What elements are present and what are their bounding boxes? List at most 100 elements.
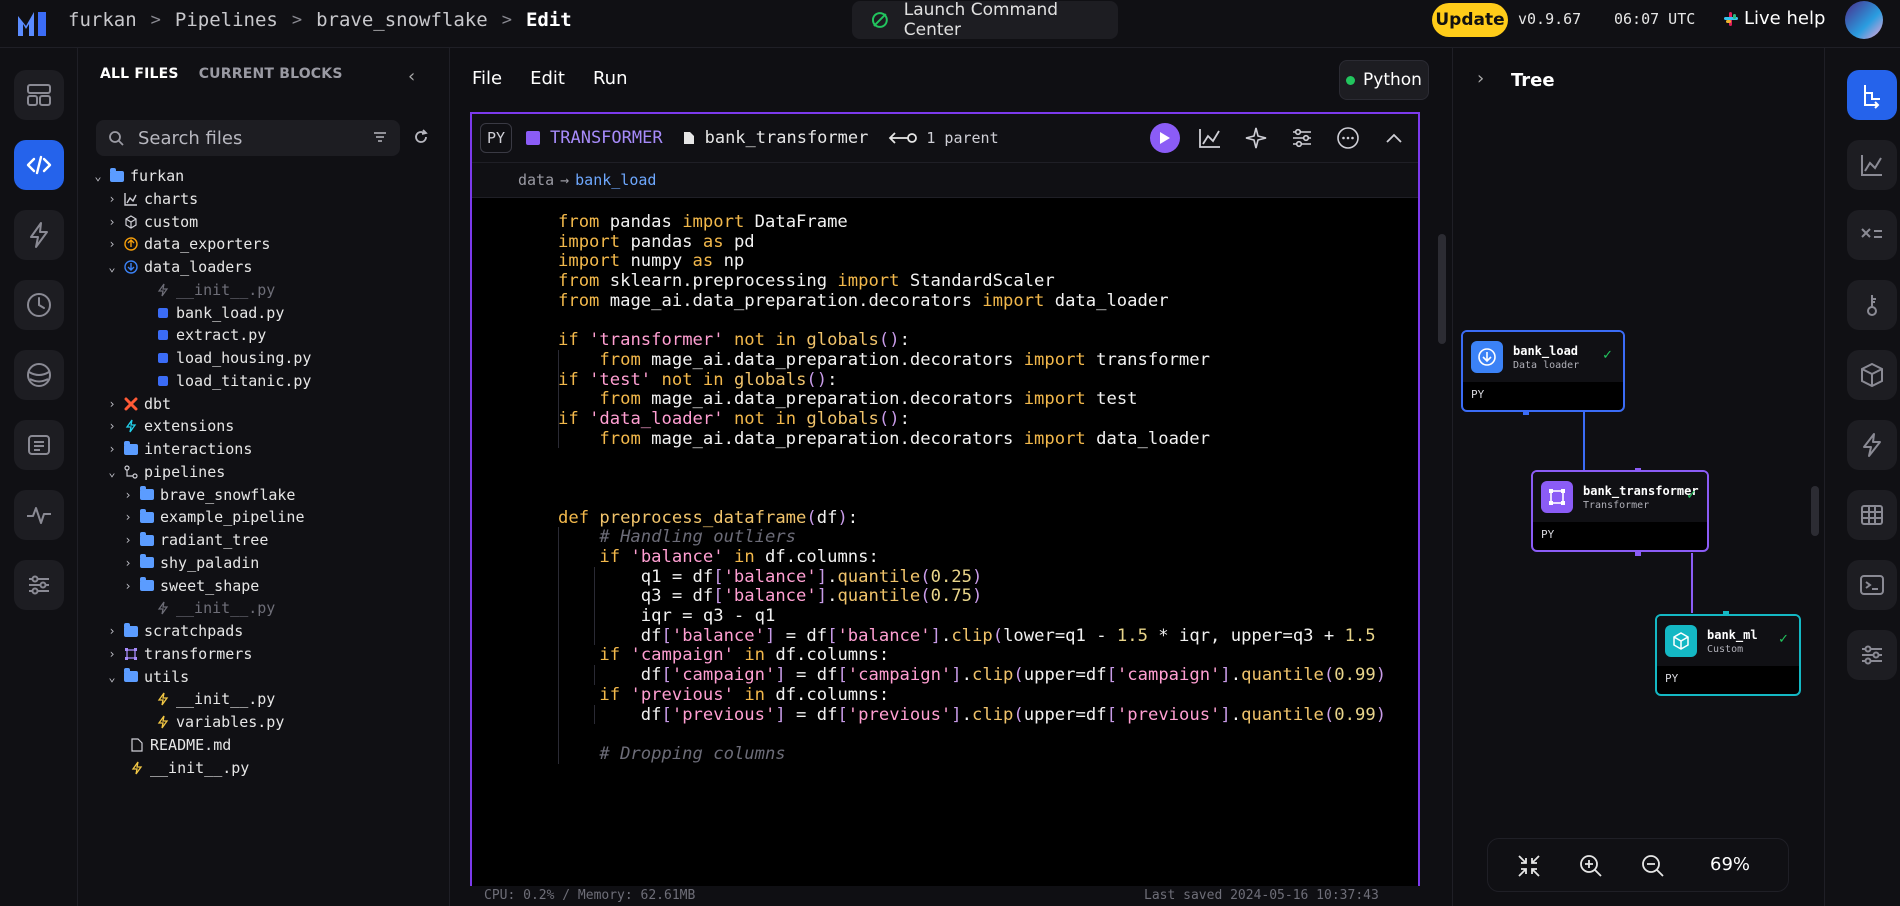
chevron-right-icon[interactable]: › (122, 488, 134, 502)
more-options-button[interactable] (1332, 122, 1364, 154)
file-tree-item[interactable]: ⌄ utils (106, 665, 189, 689)
tree-scrollbar[interactable] (1811, 486, 1819, 536)
file-tree-item[interactable]: › scratchpads (106, 619, 243, 643)
terminal-view-button[interactable] (1847, 560, 1897, 610)
mage-logo-icon[interactable] (16, 8, 50, 38)
table-view-button[interactable] (1847, 490, 1897, 540)
menu-run[interactable]: Run (593, 68, 628, 89)
file-tree-item[interactable]: › data_exporters (106, 232, 270, 256)
triggers-view-button[interactable] (1847, 420, 1897, 470)
chevron-right-icon[interactable]: › (106, 397, 118, 411)
charts-view-button[interactable] (1847, 140, 1897, 190)
file-tree-item[interactable]: › extensions (106, 414, 234, 438)
breadcrumb-workspace[interactable]: furkan (68, 9, 137, 31)
zoom-in-button[interactable] (1578, 853, 1604, 879)
tree-view-button[interactable] (1847, 70, 1897, 120)
block-language-tag[interactable]: PY (480, 123, 512, 153)
update-button[interactable]: Update (1432, 3, 1508, 37)
chevron-right-icon[interactable]: › (106, 215, 118, 229)
tree-node-bank-transformer[interactable]: bank_transformer Transformer ✓ PY (1531, 470, 1709, 552)
file-tree-item[interactable]: load_titanic.py (156, 369, 311, 393)
chevron-down-icon[interactable]: ⌄ (106, 465, 118, 479)
file-browser-panel: ALL FILES CURRENT BLOCKS ‹ Search files … (78, 48, 450, 906)
search-files-input[interactable]: Search files (96, 120, 400, 156)
secrets-view-button[interactable] (1847, 280, 1897, 330)
ai-generate-button[interactable] (1240, 122, 1272, 154)
live-help-button[interactable]: Live help (1724, 8, 1825, 29)
variables-view-button[interactable] (1847, 210, 1897, 260)
file-tree-item[interactable]: __init__.py (130, 756, 249, 780)
file-tree-item[interactable]: › brave_snowflake (122, 483, 295, 507)
fit-view-button[interactable] (1516, 853, 1542, 879)
settings-view-button[interactable] (1847, 630, 1897, 680)
monitor-nav-button[interactable] (14, 490, 64, 540)
file-tree-item[interactable]: › custom (106, 210, 198, 234)
file-tree-item[interactable]: ⌄ pipelines (106, 460, 225, 484)
zoom-out-button[interactable] (1640, 853, 1666, 879)
chevron-right-icon[interactable]: › (106, 442, 118, 456)
menu-edit[interactable]: Edit (530, 68, 565, 89)
file-tree-item[interactable]: __init__.py (156, 278, 275, 302)
blocks-view-button[interactable] (1847, 350, 1897, 400)
tab-current-blocks[interactable]: CURRENT BLOCKS (199, 66, 343, 82)
chevron-right-icon[interactable]: › (122, 510, 134, 524)
tree-node-bank-load[interactable]: bank_load Data loader ✓ PY (1461, 330, 1625, 412)
collapse-block-button[interactable] (1378, 122, 1410, 154)
file-tree-item[interactable]: › transformers (106, 642, 252, 666)
file-tree-item[interactable]: ⌄ furkan (92, 164, 184, 188)
chevron-right-icon[interactable]: › (122, 533, 134, 547)
chevron-right-icon[interactable]: › (1477, 68, 1484, 89)
file-tree-item[interactable]: › sweet_shape (122, 574, 259, 598)
file-tree-item[interactable]: README.md (130, 733, 231, 757)
file-tree-item[interactable]: __init__.py (156, 596, 275, 620)
block-file-name[interactable]: bank_transformer (683, 128, 868, 148)
file-tree-item[interactable]: › radiant_tree (122, 528, 268, 552)
runs-nav-button[interactable] (14, 280, 64, 330)
chevron-right-icon[interactable]: › (106, 647, 118, 661)
backfills-nav-button[interactable] (14, 350, 64, 400)
file-tree-item[interactable]: variables.py (156, 710, 284, 734)
chevron-right-icon[interactable]: › (106, 624, 118, 638)
chevron-right-icon[interactable]: › (106, 237, 118, 251)
avatar[interactable] (1845, 1, 1883, 39)
upstream-link[interactable]: bank_load (575, 171, 656, 189)
file-tree-item[interactable]: bank_load.py (156, 301, 284, 325)
code-editor[interactable]: from pandas import DataFrame import panda… (472, 198, 1418, 906)
editor-scrollbar[interactable] (1438, 234, 1446, 344)
chevron-down-icon[interactable]: ⌄ (106, 260, 118, 274)
chart-block-button[interactable] (1194, 122, 1226, 154)
logs-nav-button[interactable] (14, 420, 64, 470)
chevron-right-icon[interactable]: › (106, 419, 118, 433)
chevron-down-icon[interactable]: ⌄ (106, 670, 118, 684)
file-tree-item[interactable]: › example_pipeline (122, 505, 304, 529)
tab-all-files[interactable]: ALL FILES (100, 66, 179, 82)
launch-command-center-button[interactable]: Launch Command Center (852, 0, 1118, 40)
kernel-language-button[interactable]: Python (1339, 60, 1429, 100)
file-tree-item[interactable]: extract.py (156, 323, 266, 347)
run-block-button[interactable] (1150, 123, 1180, 153)
file-tree-item[interactable]: ⌄ data_loaders (106, 255, 252, 279)
menu-file[interactable]: File (472, 68, 502, 89)
chevron-down-icon[interactable]: ⌄ (92, 169, 104, 183)
file-tree-item[interactable]: › charts (106, 187, 198, 211)
refresh-icon[interactable] (412, 128, 430, 146)
triggers-nav-button[interactable] (14, 210, 64, 260)
filter-icon[interactable] (372, 129, 388, 145)
chevron-right-icon[interactable]: › (122, 556, 134, 570)
code-nav-button[interactable] (14, 140, 64, 190)
file-tree-item[interactable]: load_housing.py (156, 346, 311, 370)
chevron-right-icon[interactable]: › (106, 192, 118, 206)
block-settings-button[interactable] (1286, 122, 1318, 154)
tree-node-bank-ml[interactable]: bank_ml Custom ✓ PY (1655, 614, 1801, 696)
breadcrumb-pipelines[interactable]: Pipelines (175, 9, 278, 31)
collapse-panel-icon[interactable]: ‹ (408, 66, 415, 87)
file-tree-item[interactable]: › shy_paladin (122, 551, 259, 575)
chevron-right-icon[interactable]: › (122, 579, 134, 593)
breadcrumb-pipeline[interactable]: brave_snowflake (316, 9, 488, 31)
file-tree-item[interactable]: › interactions (106, 437, 252, 461)
file-tree-item[interactable]: __init__.py (156, 687, 275, 711)
settings-nav-button[interactable] (14, 560, 64, 610)
dashboard-nav-button[interactable] (14, 70, 64, 120)
block-parents[interactable]: 1 parent (888, 129, 999, 147)
file-tree-item[interactable]: › dbt (106, 392, 171, 416)
